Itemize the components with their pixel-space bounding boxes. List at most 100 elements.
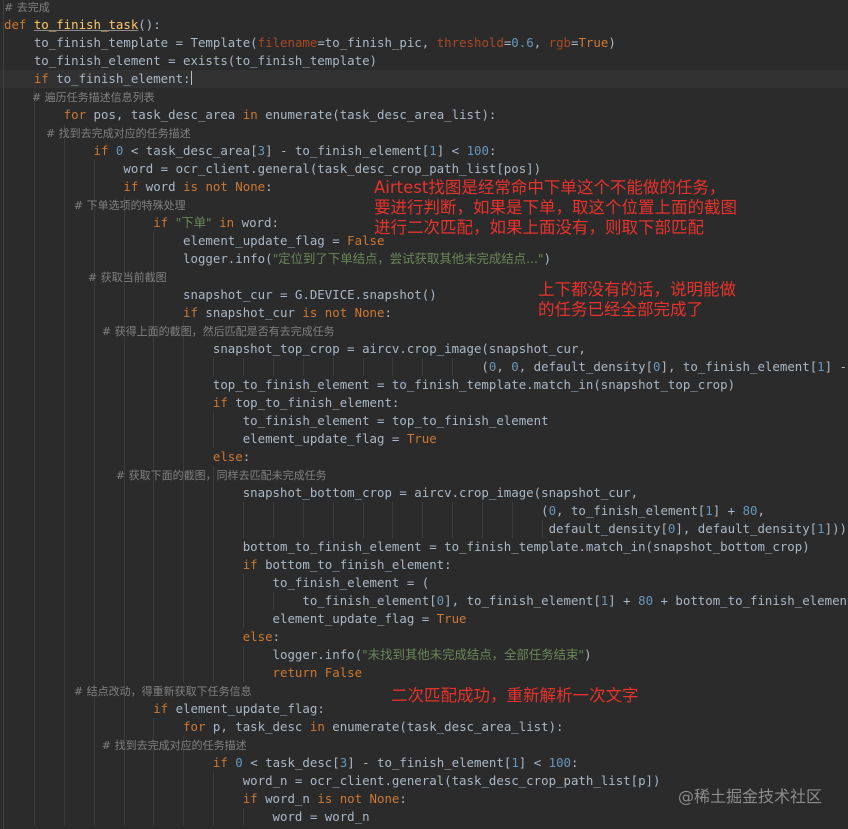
code-token: ) [543,251,552,266]
code-token: # 获得上面的截图，然后匹配是否有去完成任务 [4,325,335,338]
code-token: ) [608,35,616,50]
code-line: if "下单" in word: [4,214,279,232]
code-token: 0 [653,359,661,374]
code-token: ] < [518,755,549,770]
code-token: 0.6 [511,35,534,50]
code-token: 0 [511,359,519,374]
code-line: logger.info("未找到其他未完成结点，全部任务结束") [4,646,592,664]
code-token: , [496,359,512,374]
code-token: is not None [183,179,266,194]
code-token: if [4,143,116,158]
code-token: : [384,305,392,320]
code-line: if bottom_to_finish_element: [4,556,452,574]
code-token: element_update_flag = [4,431,407,446]
code-token: ] < [436,143,467,158]
code-token: , [533,35,549,50]
code-line: if word is not None: [4,178,272,196]
code-token: # 遍历任务描述信息列表 [4,91,155,104]
code-line: # 找到去完成对应的任务描述 [4,736,247,754]
code-token: word_n [265,791,318,806]
code-token: else [4,629,273,644]
code-token: (): [138,17,161,32]
code-line: to_finish_template = Template(filename=t… [4,34,616,52]
code-token: 1 [511,755,519,770]
code-token: 1 [705,503,713,518]
code-line: element_update_flag = True [4,610,467,628]
code-token: snapshot_cur [205,305,303,320]
code-token: def [4,17,34,32]
code-token: to_finish_element: [56,71,191,86]
code-token: : [242,449,251,464]
code-line: element_update_flag = True [4,430,437,448]
code-line: (0, 0, default_density[0], to_finish_ele… [4,358,848,376]
code-line: for p, task_desc in enumerate(task_desc_… [4,718,564,736]
code-token: ], to_finish_element[ [660,359,818,374]
code-token: , [757,503,765,518]
code-token: top_to_finish_element: [235,395,400,410]
code-token: bottom_to_finish_element: [265,557,452,572]
code-token: ] + [608,593,639,608]
code-token: enumerate(task_desc_area_list): [265,107,497,122]
code-token: p, task_desc [212,719,310,734]
code-token: rgb [548,35,571,50]
code-line: to_finish_element = ( [4,574,430,592]
code-token: # 获取当前截图 [4,271,167,284]
code-editor[interactable]: # 去完成 def to_finish_task(): to_finish_tem… [0,0,848,829]
code-line: if snapshot_cur is not None: [4,304,392,322]
code-line: # 结点改动，得重新获取下任务信息 [4,682,252,700]
code-line: # 找到去完成对应的任务描述 [4,124,191,142]
code-line: else: [4,448,250,466]
code-token: else [4,449,243,464]
code-token: if [4,755,236,770]
code-token: return False [4,665,363,680]
code-token: # 去完成 [4,1,50,14]
code-token: enumerate(task_desc_area_list): [332,719,564,734]
code-token: True [406,431,437,446]
code-token: ( [4,503,549,518]
code-token: 80 [638,593,654,608]
code-line: # 获得上面的截图，然后匹配是否有去完成任务 [4,322,335,340]
code-token: ])) [824,521,847,536]
code-token: filename [257,35,318,50]
code-token: element_update_flag: [175,701,325,716]
code-token: to_finish_element[ [4,593,437,608]
code-line: # 去完成 [4,0,50,16]
code-line: element_update_flag = False [4,232,384,250]
code-token: : [399,791,407,806]
code-token: snapshot_bottom_crop = aircv.crop_image(… [4,485,639,500]
code-line: to_finish_element = top_to_finish_elemen… [4,412,549,430]
code-token: : [488,143,497,158]
code-token: to_finish_element = exists(to_finish_tem… [4,53,377,68]
code-token: if [4,305,206,320]
code-token: "未找到其他未完成结点，全部任务结束" [362,647,585,662]
code-token: 0 [548,503,557,518]
code-token: # 找到去完成对应的任务描述 [4,739,247,752]
code-line: word = word_n [4,808,370,826]
code-line: snapshot_cur = G.DEVICE.snapshot() [4,286,437,304]
code-token: for [4,719,213,734]
code-token: ) [584,647,592,662]
annotation-note-all-done: 上下都没有的话，说明能做 的任务已经全部完成了 [538,280,736,319]
code-token: logger.info( [4,251,273,266]
code-token: 1 [817,521,825,536]
code-token: True [436,611,467,626]
code-line: # 下单选项的特殊处理 [4,196,186,214]
code-token: "下单" [175,215,212,230]
code-line: if top_to_finish_element: [4,394,400,412]
code-token: "定位到了下单结点，尝试获取其他未完成结点..." [272,251,544,266]
code-token: in [309,719,333,734]
code-token: top_to_finish_element = to_finish_templa… [4,377,736,392]
code-line: if 0 < task_desc_area[3] - to_finish_ele… [4,142,497,160]
code-token: ] + [712,503,743,518]
code-token: 100 [466,143,489,158]
code-line: return False [4,664,363,682]
code-line: # 获取下面的截图，同样去匹配未完成任务 [4,466,327,484]
code-token: to_finish_task [33,17,139,32]
code-token: 100 [548,755,572,770]
code-line: word = ocr_client.general(task_desc_crop… [4,160,541,178]
code-token: ], to_finish_element[ [444,593,601,608]
code-line: (0, to_finish_element[1] + 80, [4,502,765,520]
code-token: if [4,71,57,86]
code-token: =to_finish_pic, [317,35,437,50]
code-token: 0 [235,755,243,770]
